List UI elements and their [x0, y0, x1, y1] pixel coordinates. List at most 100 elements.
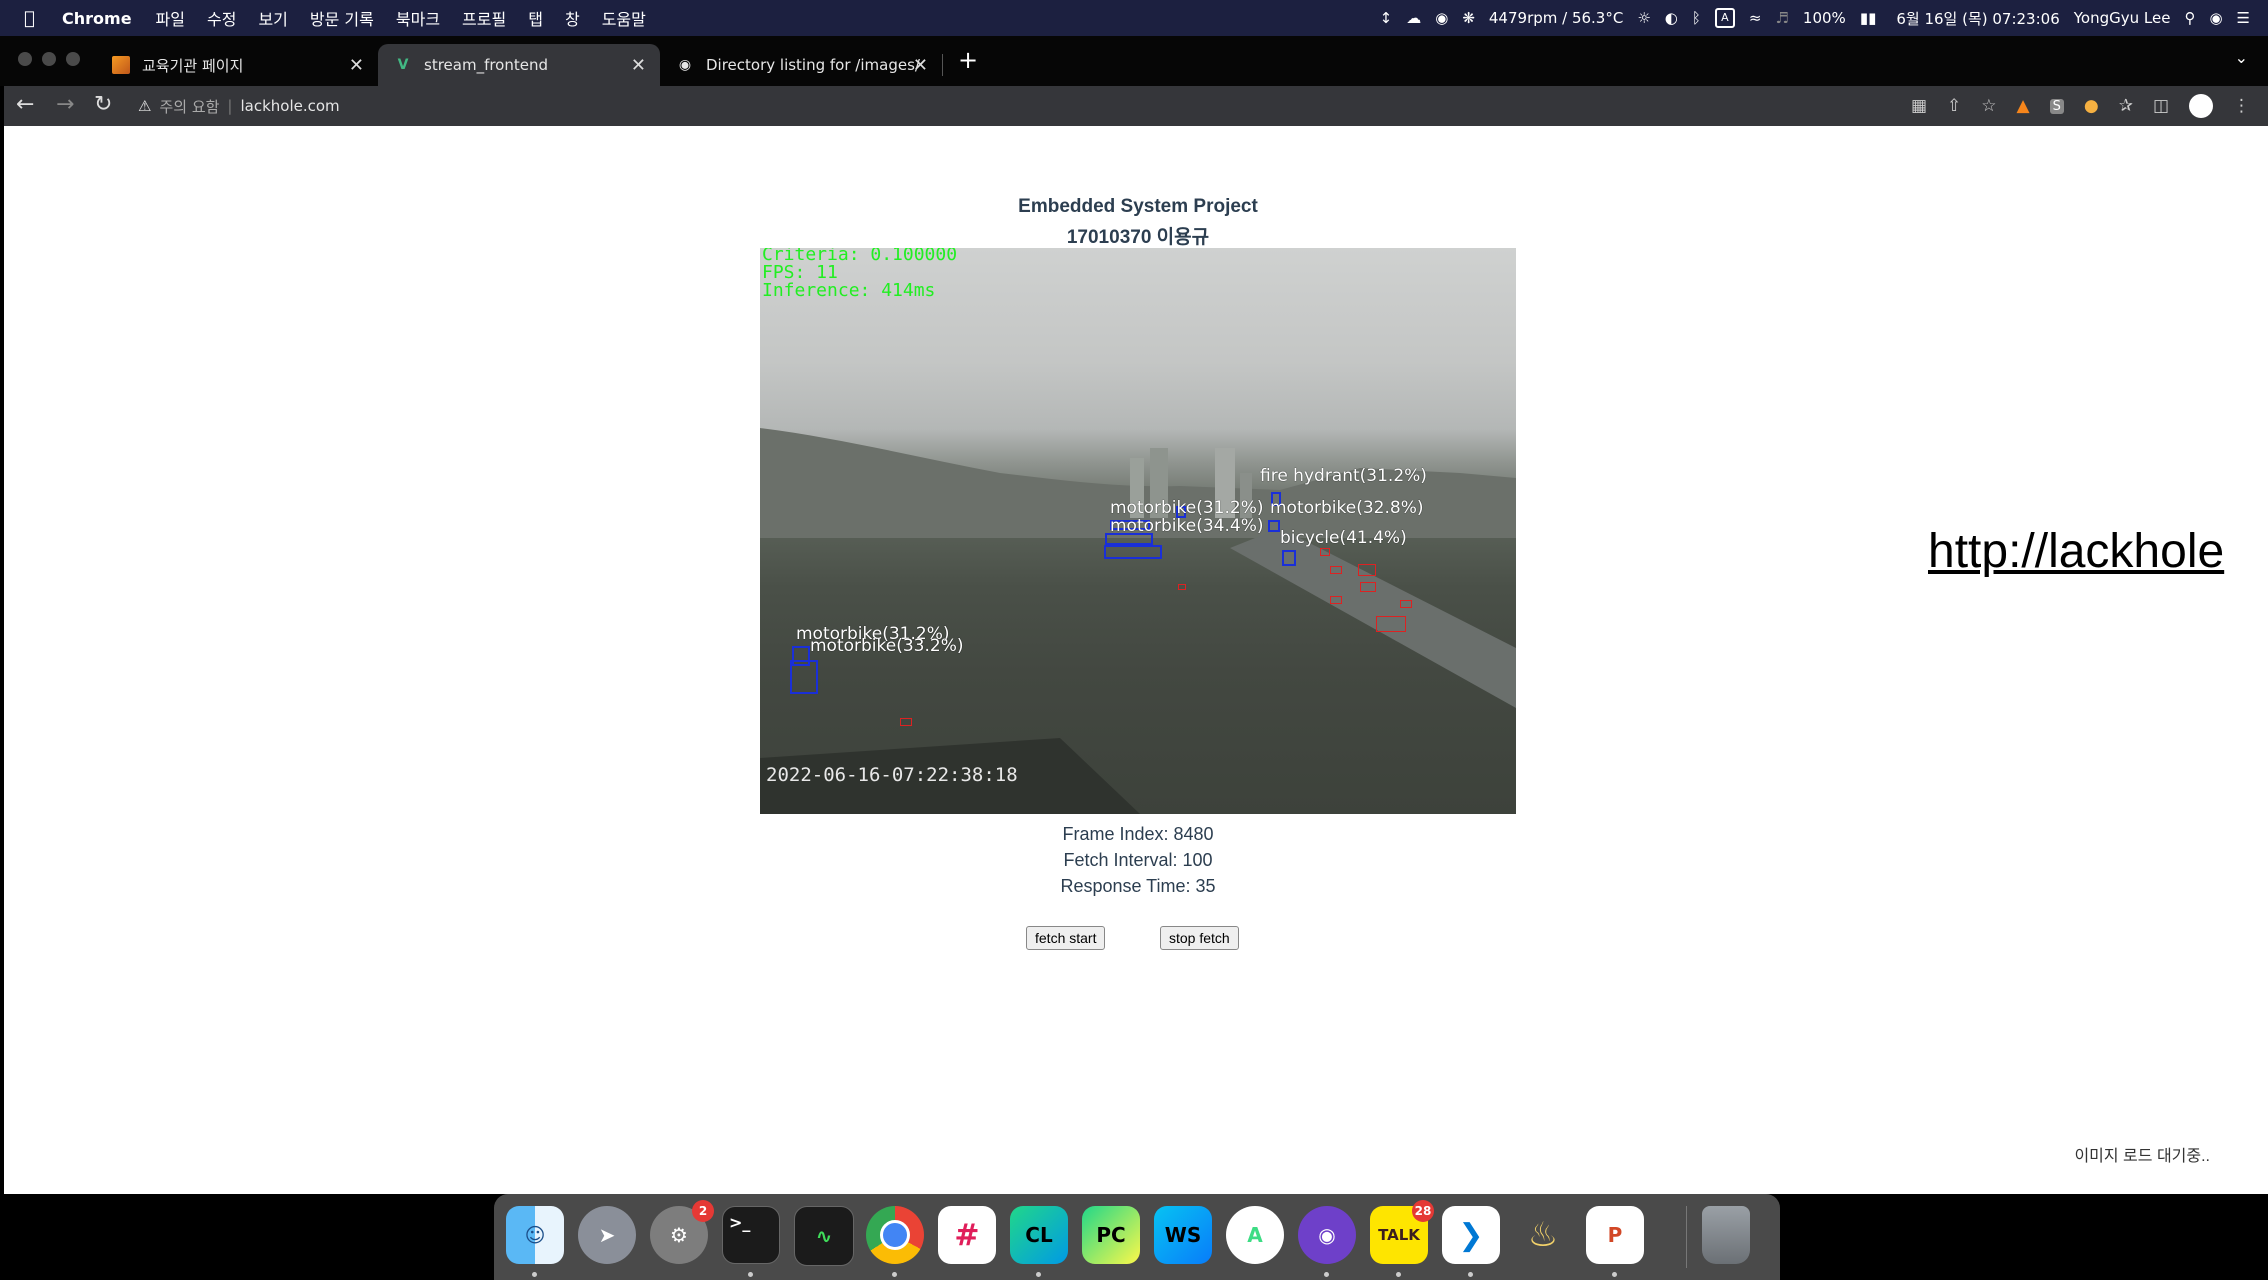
- low-confidence-box: [1330, 566, 1342, 574]
- vscode-icon[interactable]: ❯: [1442, 1206, 1500, 1264]
- spotlight-search-icon[interactable]: ⚲: [2184, 9, 2195, 27]
- fan-status-text[interactable]: 4479rpm / 56.3°C: [1489, 9, 1623, 27]
- extension-icons: ▦ ⇧ ☆ ▲ S ● ✰ ◫ ⋮: [1911, 86, 2250, 126]
- menu-item-file[interactable]: 파일: [156, 6, 185, 30]
- launchpad-icon[interactable]: ➤: [578, 1206, 636, 1264]
- terminal-icon[interactable]: >_: [722, 1206, 780, 1264]
- wifi-icon[interactable]: ≈: [1749, 9, 1762, 27]
- close-icon[interactable]: ✕: [631, 55, 646, 76]
- brightness-icon[interactable]: ☼: [1637, 9, 1650, 27]
- fetch-start-button[interactable]: fetch start: [1026, 926, 1106, 950]
- forward-arrow-icon[interactable]: →: [56, 92, 74, 117]
- kakaotalk-icon[interactable]: TALK 28: [1370, 1200, 1434, 1264]
- response-time: Response Time: 35: [1060, 876, 1216, 896]
- detection-label: motorbike(31.2%): [1110, 498, 1264, 518]
- frame-index: Frame Index: 8480: [1062, 824, 1214, 844]
- menu-item-edit[interactable]: 수정: [207, 6, 236, 30]
- reload-icon[interactable]: ↻: [94, 92, 112, 117]
- detection-box: [1104, 545, 1162, 559]
- battery-percent[interactable]: 100%: [1803, 9, 1846, 27]
- datetime[interactable]: 6월 16일 (목) 07:23:06: [1896, 8, 2059, 29]
- hotspot-icon[interactable]: ◐: [1665, 9, 1678, 27]
- powerpoint-icon[interactable]: P: [1586, 1206, 1644, 1264]
- battery-icon[interactable]: ▮▮: [1860, 9, 1877, 27]
- address-bar[interactable]: ⚠ 주의 요함 | lackhole.com: [138, 90, 340, 122]
- android-studio-icon[interactable]: A: [1226, 1206, 1284, 1264]
- globe-icon: ◉: [678, 57, 692, 73]
- trash-icon[interactable]: [1702, 1206, 1750, 1264]
- menu-bar:  Chrome 파일 수정 보기 방문 기록 북마크 프로필 탭 창 도움말 …: [0, 0, 2268, 36]
- bluetooth-icon[interactable]: ᛒ: [1692, 9, 1701, 27]
- share-icon[interactable]: ⇧: [1947, 96, 1961, 116]
- running-indicator: [532, 1272, 537, 1277]
- control-center-icon[interactable]: ☰: [2237, 9, 2250, 27]
- window-close-button[interactable]: [18, 52, 32, 66]
- tab-directory-listing[interactable]: ◉ Directory listing for /images/ ✕: [660, 44, 942, 86]
- slack-icon[interactable]: #: [938, 1206, 996, 1264]
- orange-page-icon: [112, 56, 130, 74]
- url-text[interactable]: lackhole.com: [240, 97, 339, 115]
- github-desktop-icon[interactable]: ◉: [1298, 1206, 1356, 1264]
- metamask-icon[interactable]: ▲: [2017, 96, 2030, 116]
- chrome-icon[interactable]: [866, 1206, 924, 1264]
- pycharm-icon[interactable]: PC: [1082, 1206, 1140, 1264]
- user-name[interactable]: YongGyu Lee: [2074, 9, 2171, 27]
- cloud-icon[interactable]: ☁: [1406, 9, 1421, 27]
- running-indicator: [1396, 1272, 1401, 1277]
- notification-badge: 28: [1412, 1200, 1434, 1222]
- low-confidence-box: [1376, 616, 1406, 632]
- menu-item-window[interactable]: 창: [565, 6, 580, 30]
- fan-icon[interactable]: ❋: [1462, 9, 1475, 27]
- warning-icon[interactable]: ⚠: [138, 97, 151, 115]
- s-extension-icon[interactable]: S: [2049, 98, 2064, 114]
- close-icon[interactable]: ✕: [349, 55, 364, 76]
- new-tab-button[interactable]: +: [958, 46, 978, 74]
- translate-icon[interactable]: ▦: [1911, 96, 1927, 116]
- menu-item-history[interactable]: 방문 기록: [310, 6, 374, 30]
- page-viewport: Embedded System Project 17010370 이용규 Cri…: [4, 126, 2268, 1194]
- vue-logo-icon: V: [397, 57, 409, 73]
- puzzle-icon[interactable]: ✰: [2119, 96, 2133, 116]
- updown-arrow-icon[interactable]: ↕: [1380, 9, 1393, 27]
- system-preferences-icon[interactable]: ⚙ 2: [650, 1200, 714, 1264]
- tab-title: Directory listing for /images/: [706, 56, 920, 74]
- extension-drop-icon[interactable]: ●: [2084, 96, 2099, 116]
- menu-item-bookmarks[interactable]: 북마크: [396, 6, 440, 30]
- webstorm-icon[interactable]: WS: [1154, 1206, 1212, 1264]
- window-zoom-button[interactable]: [66, 52, 80, 66]
- input-source-icon[interactable]: A: [1714, 8, 1735, 28]
- security-status[interactable]: 주의 요함: [159, 96, 219, 117]
- menu-item-profiles[interactable]: 프로필: [462, 6, 506, 30]
- activity-monitor-icon[interactable]: ∿: [794, 1206, 854, 1266]
- menu-item-help[interactable]: 도움말: [602, 6, 646, 30]
- record-icon[interactable]: ◉: [1435, 9, 1448, 27]
- detection-label: motorbike(33.2%): [810, 636, 964, 656]
- window-minimize-button[interactable]: [42, 52, 56, 66]
- detection-label: bicycle(41.4%): [1280, 528, 1407, 548]
- tab-education[interactable]: 교육기관 페이지 ✕: [96, 44, 378, 86]
- siri-icon[interactable]: ◉: [2209, 9, 2222, 27]
- side-url-link[interactable]: http://lackhole: [1928, 524, 2224, 579]
- volume-icon[interactable]: ♬: [1775, 9, 1788, 27]
- back-arrow-icon[interactable]: ←: [16, 92, 34, 117]
- detection-label: motorbike(34.4%): [1110, 516, 1264, 536]
- apple-icon[interactable]: : [24, 8, 46, 29]
- dock: ☺ ➤ ⚙ 2 >_ ∿ # CL PC WS A ◉ TALK 28 ❯ ♨ P: [494, 1194, 1780, 1280]
- low-confidence-box: [1358, 564, 1376, 576]
- tab-stream-frontend[interactable]: V stream_frontend ✕: [378, 44, 660, 86]
- stop-fetch-button[interactable]: stop fetch: [1160, 926, 1239, 950]
- menu-bar-status-area: ↕ ☁ ◉ ❋ 4479rpm / 56.3°C ☼ ◐ ᛒ A ≈ ♬ 100…: [1380, 0, 2250, 36]
- pasta-icon[interactable]: ♨: [1514, 1206, 1572, 1264]
- finder-icon[interactable]: ☺: [506, 1206, 564, 1264]
- side-panel-icon[interactable]: ◫: [2153, 96, 2169, 116]
- profile-avatar[interactable]: [2189, 94, 2213, 118]
- kebab-menu-icon[interactable]: ⋮: [2233, 96, 2250, 116]
- chevron-down-icon[interactable]: ⌄: [2235, 48, 2248, 67]
- close-icon[interactable]: ✕: [913, 55, 928, 76]
- menu-item-view[interactable]: 보기: [258, 6, 287, 30]
- star-icon[interactable]: ☆: [1981, 96, 1996, 116]
- menu-item-tab[interactable]: 탭: [528, 6, 543, 30]
- menu-app-name[interactable]: Chrome: [62, 9, 132, 28]
- clion-icon[interactable]: CL: [1010, 1206, 1068, 1264]
- tab-strip: 교육기관 페이지 ✕ V stream_frontend ✕ ◉ Directo…: [0, 36, 2268, 86]
